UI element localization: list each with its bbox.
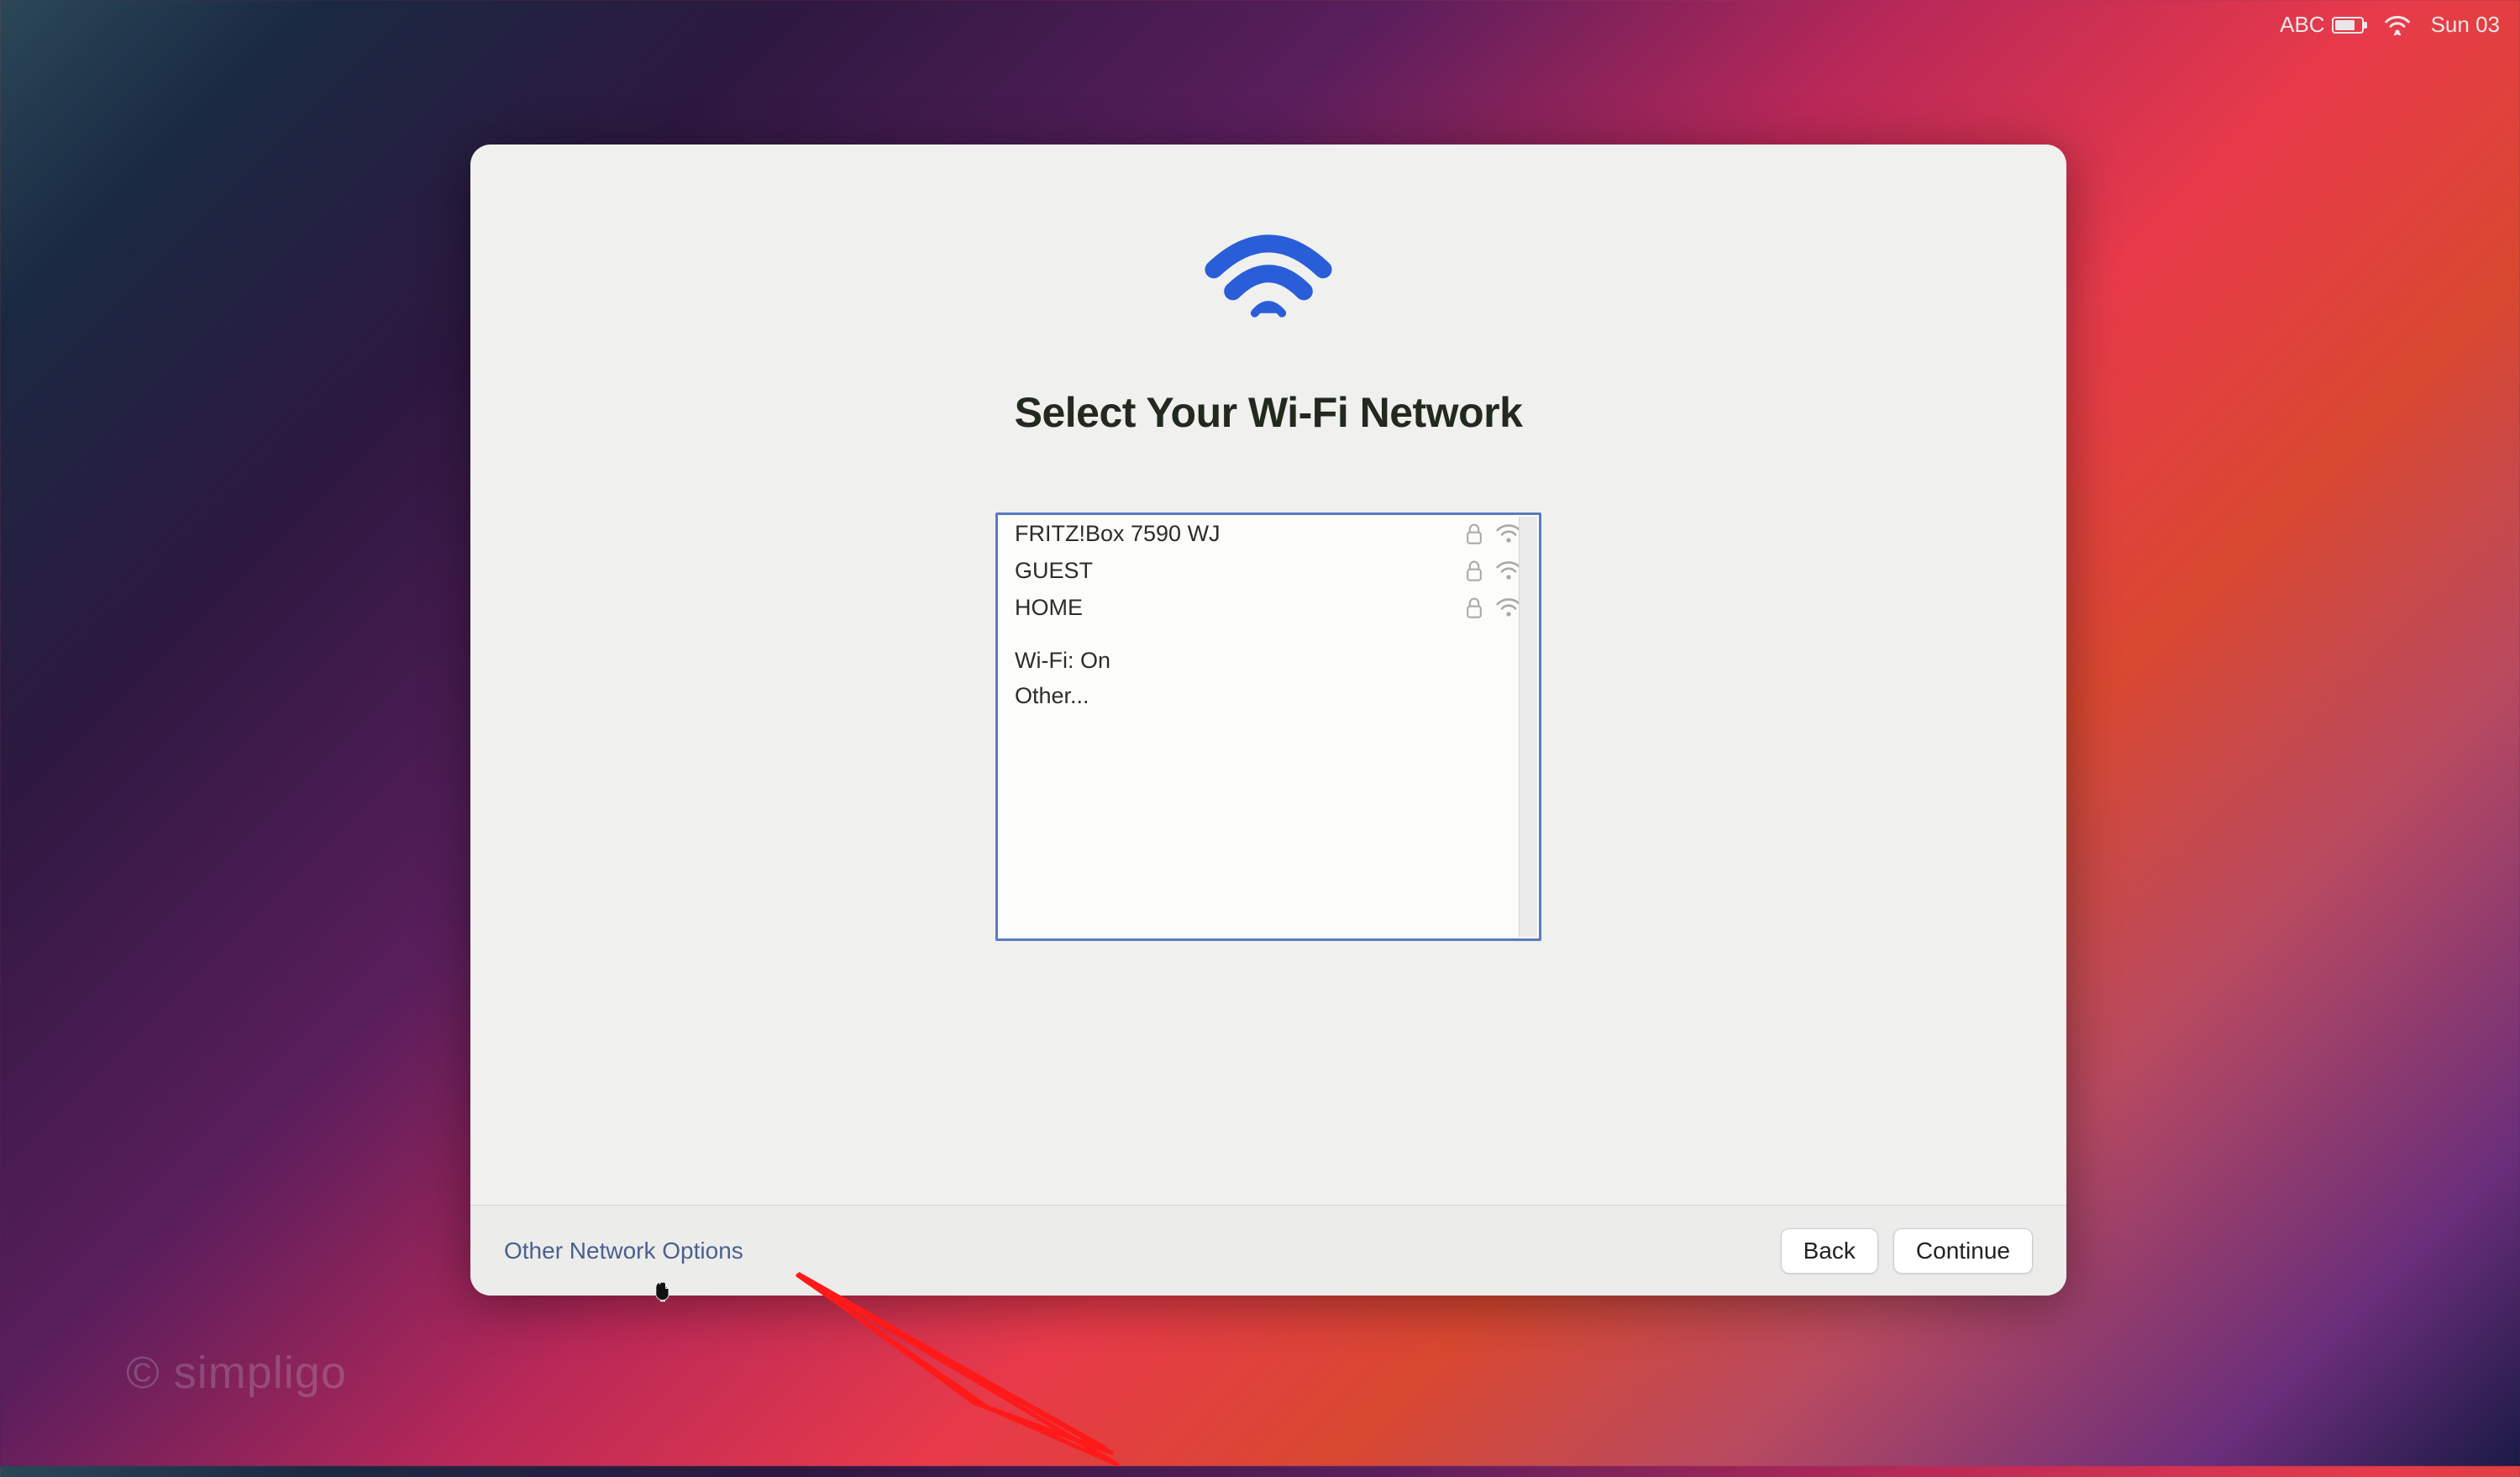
page-title: Select Your Wi-Fi Network xyxy=(1015,388,1523,437)
wifi-network-item[interactable]: GUEST xyxy=(998,552,1539,589)
wifi-other-label: Other... xyxy=(1015,683,1089,709)
input-method-label: ABC xyxy=(2280,12,2324,38)
network-name: GUEST xyxy=(1015,558,1465,584)
lock-icon xyxy=(1465,523,1483,544)
scrollbar[interactable] xyxy=(1519,517,1537,937)
battery-icon xyxy=(2332,17,2364,34)
cursor-icon xyxy=(651,1280,675,1303)
back-button[interactable]: Back xyxy=(1781,1228,1878,1274)
network-scroll-area: FRITZ!Box 7590 WJ GUEST xyxy=(998,515,1539,938)
watermark: © simpligo xyxy=(126,1347,347,1399)
wifi-other-item[interactable]: Other... xyxy=(998,678,1539,713)
wifi-status-item[interactable]: Wi-Fi: On xyxy=(998,643,1539,678)
clock-label: Sun 03 xyxy=(2431,12,2500,38)
network-name: FRITZ!Box 7590 WJ xyxy=(1015,521,1465,547)
wifi-menubar-icon[interactable] xyxy=(2384,15,2411,35)
system-menubar: ABC Sun 03 xyxy=(2268,8,2512,41)
wifi-status-label: Wi-Fi: On xyxy=(1015,648,1110,674)
continue-button[interactable]: Continue xyxy=(1893,1228,2033,1274)
setup-assistant-panel: Select Your Wi-Fi Network FRITZ!Box 7590… xyxy=(470,145,2066,1296)
panel-footer: Other Network Options Back Continue xyxy=(470,1205,2066,1296)
network-name: HOME xyxy=(1015,595,1465,621)
other-network-options-link[interactable]: Other Network Options xyxy=(504,1238,743,1264)
wifi-network-item[interactable]: HOME xyxy=(998,589,1539,626)
input-method-indicator[interactable]: ABC xyxy=(2280,12,2363,38)
panel-body: Select Your Wi-Fi Network FRITZ!Box 7590… xyxy=(470,145,2066,1205)
clock[interactable]: Sun 03 xyxy=(2431,12,2500,38)
wifi-hero-icon xyxy=(1197,229,1340,338)
wifi-network-item[interactable]: FRITZ!Box 7590 WJ xyxy=(998,515,1539,552)
wifi-network-list[interactable]: FRITZ!Box 7590 WJ GUEST xyxy=(995,512,1541,941)
list-divider xyxy=(998,626,1539,643)
lock-icon xyxy=(1465,560,1483,581)
wifi-icon xyxy=(2384,15,2411,35)
lock-icon xyxy=(1465,597,1483,618)
